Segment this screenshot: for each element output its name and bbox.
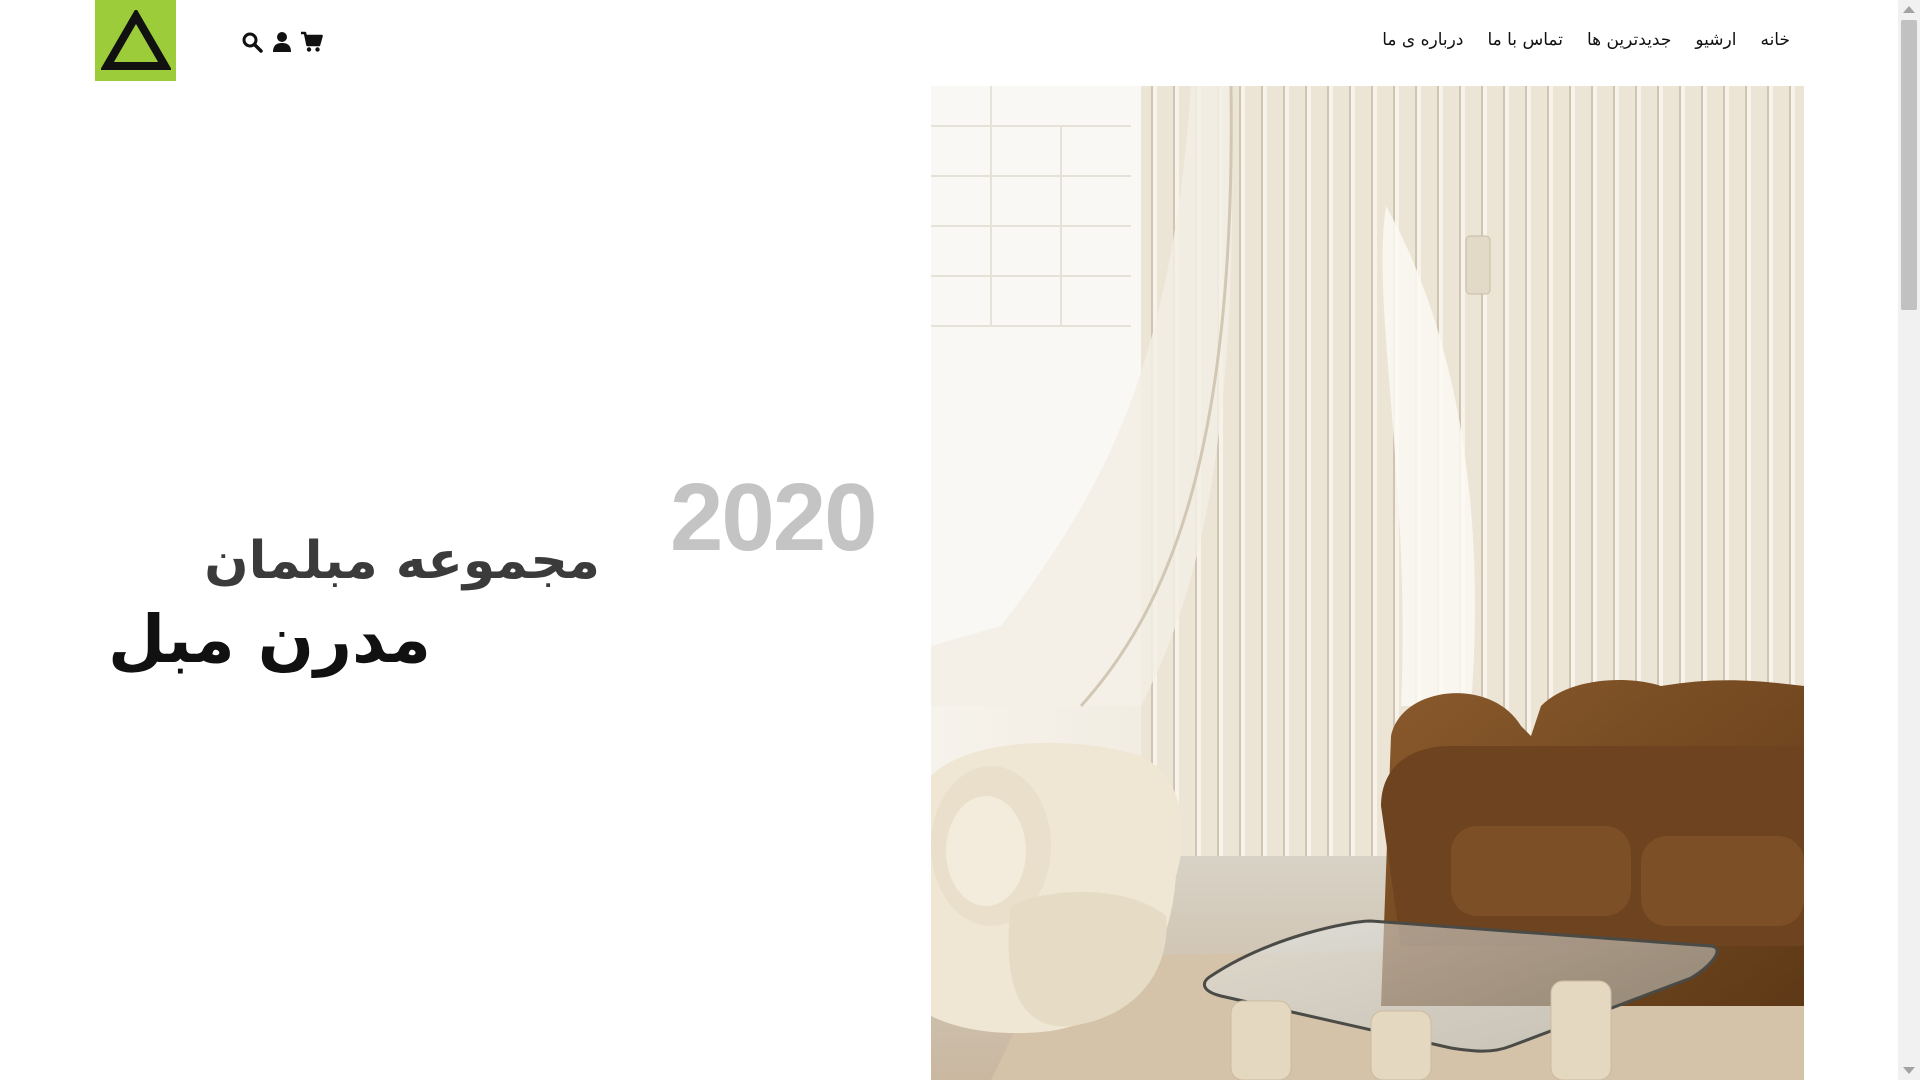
hero-product-title: مدرن مبل [108,601,432,678]
search-icon[interactable] [240,30,264,54]
nav-item-newest[interactable]: جدیدترین ها [1587,30,1671,50]
living-room-photo [931,86,1804,1080]
nav-item-contact[interactable]: تماس با ما [1487,30,1563,50]
nav-item-archive[interactable]: ارشیو [1695,30,1736,50]
hero-image [931,86,1804,1080]
nav-item-home[interactable]: خانه [1760,30,1790,50]
scroll-thumb[interactable] [1901,20,1917,310]
scroll-up-arrow-icon[interactable] [1903,6,1915,13]
page-scrollbar[interactable] [1898,0,1920,1080]
hero-collection-title: مجموعه مبلمان [204,531,600,591]
cart-icon[interactable] [300,30,324,54]
hero-year: 2020 [670,464,878,571]
main-nav: خانه ارشیو جدیدترین ها تماس با ما درباره… [1382,30,1790,50]
user-icon[interactable] [270,30,294,54]
triangle-logo-icon [100,9,171,70]
nav-item-about[interactable]: درباره ی ما [1382,30,1463,50]
header-icons [240,28,324,56]
logo[interactable] [95,0,176,81]
scroll-down-arrow-icon[interactable] [1903,1067,1915,1074]
